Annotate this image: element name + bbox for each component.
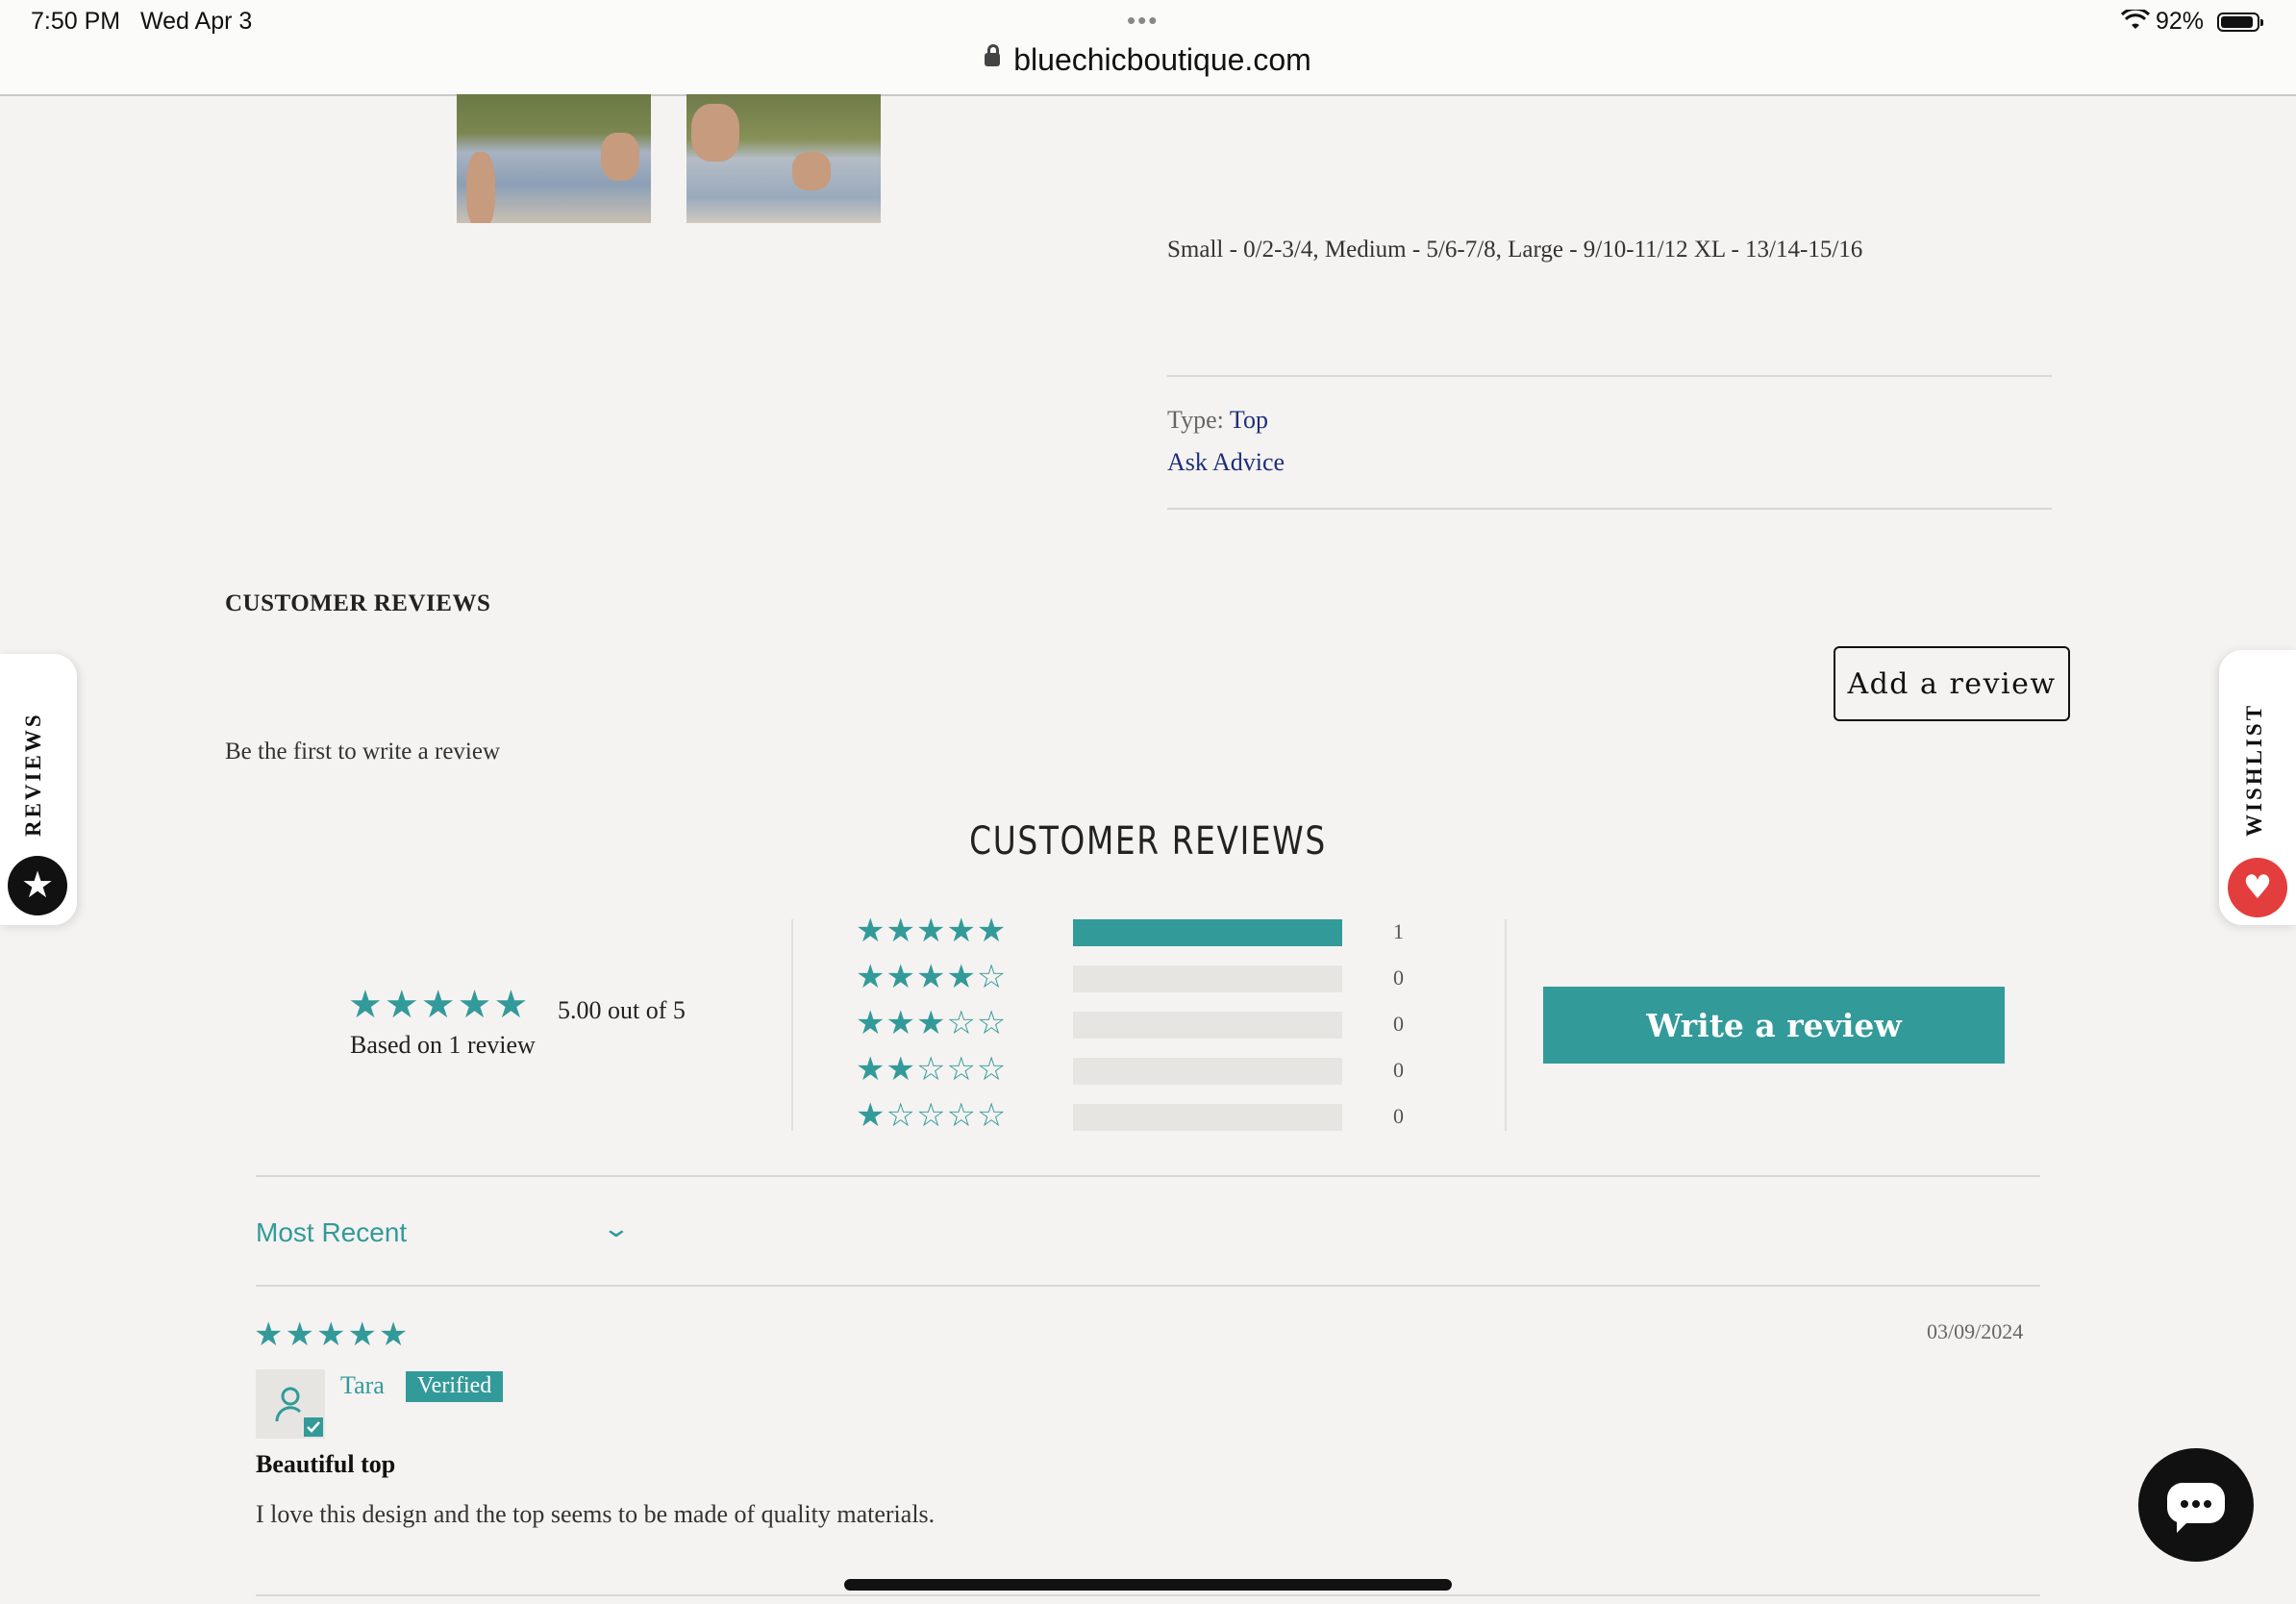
review-date: 03/09/2024 — [1927, 1319, 2024, 1343]
histogram-bar-3[interactable] — [1073, 1012, 1342, 1039]
histogram-count-5: 1 — [1393, 919, 1404, 943]
divider — [256, 1594, 2040, 1596]
histogram-bar-4[interactable] — [1073, 965, 1342, 992]
divider — [791, 919, 793, 1131]
avatar — [256, 1369, 325, 1439]
review-body: I love this design and the top seems to … — [256, 1500, 936, 1528]
chevron-down-icon[interactable]: ⌄ — [602, 1214, 632, 1243]
histogram-stars-3[interactable]: ★★★☆☆ — [856, 1004, 1007, 1042]
review-title: Beautiful top — [256, 1450, 396, 1478]
wifi-icon — [2121, 10, 2150, 29]
more-options-icon[interactable]: ••• — [1127, 6, 1159, 36]
product-thumbnail-1[interactable] — [457, 94, 651, 223]
product-type-label: Type: — [1167, 406, 1230, 434]
review-count-text: Based on 1 review — [350, 1031, 536, 1059]
histogram-count-4: 0 — [1393, 965, 1404, 990]
histogram-bar-fill — [1073, 919, 1342, 946]
divider — [1167, 375, 2052, 377]
divider — [1167, 508, 2052, 510]
chat-button[interactable] — [2138, 1448, 2254, 1562]
reviewer-name: Tara — [340, 1371, 385, 1399]
home-indicator[interactable] — [844, 1579, 1452, 1591]
histogram-count-1: 0 — [1393, 1104, 1404, 1128]
size-chart-text: Small - 0/2-3/4, Medium - 5/6-7/8, Large… — [1167, 237, 1863, 263]
clock: 7:50 PM — [31, 8, 121, 35]
histogram-bar-5[interactable] — [1073, 919, 1342, 946]
star-icon: ★ — [8, 856, 67, 915]
divider — [1505, 919, 1507, 1131]
customer-reviews-heading: CUSTOMER REVIEWS — [225, 590, 491, 616]
histogram-bar-2[interactable] — [1073, 1058, 1342, 1085]
review-widget-title: CUSTOMER REVIEWS — [969, 819, 1327, 864]
average-rating-text: 5.00 out of 5 — [558, 996, 686, 1024]
product-type-link[interactable]: Top — [1230, 406, 1268, 434]
url-text: bluechicboutique.com — [1013, 42, 1311, 77]
ask-advice-link[interactable]: Ask Advice — [1167, 448, 1285, 477]
date: Wed Apr 3 — [140, 8, 253, 35]
add-review-button[interactable]: Add a review — [1834, 646, 2070, 721]
wishlist-side-tab[interactable]: WISHLIST ♥ — [2219, 650, 2296, 925]
product-type: Type: Top — [1167, 406, 1268, 435]
histogram-stars-2[interactable]: ★★☆☆☆ — [856, 1050, 1007, 1089]
histogram-count-2: 0 — [1393, 1058, 1404, 1082]
product-thumbnail-2[interactable] — [686, 94, 881, 223]
wishlist-tab-label: WISHLIST — [2242, 702, 2266, 837]
histogram-stars-1[interactable]: ★☆☆☆☆ — [856, 1096, 1007, 1135]
write-review-button[interactable]: Write a review — [1543, 987, 2005, 1064]
browser-status-bar: 7:50 PM Wed Apr 3 ••• bluechicboutique.c… — [0, 0, 2296, 96]
chat-icon — [2167, 1483, 2225, 1533]
reviews-side-tab[interactable]: REVIEWS ★ — [0, 654, 77, 925]
histogram-stars-5[interactable]: ★★★★★ — [856, 912, 1007, 950]
battery-percentage: 92% — [2156, 8, 2205, 35]
average-rating-stars: ★★★★★ — [348, 983, 531, 1027]
review-rating-stars: ★★★★★ — [254, 1316, 411, 1354]
sort-dropdown[interactable]: Most Recent — [256, 1217, 407, 1248]
histogram-count-3: 0 — [1393, 1012, 1404, 1036]
histogram-bar-1[interactable] — [1073, 1104, 1342, 1131]
battery-icon — [2217, 13, 2263, 32]
verified-badge: Verified — [406, 1371, 504, 1402]
histogram-stars-4[interactable]: ★★★★☆ — [856, 958, 1007, 996]
lock-icon — [985, 44, 1001, 66]
address-bar[interactable]: bluechicboutique.com — [0, 42, 2296, 78]
empty-reviews-text: Be the first to write a review — [225, 739, 501, 764]
reviews-tab-label: REVIEWS — [21, 712, 45, 837]
divider — [256, 1285, 2040, 1287]
divider — [256, 1175, 2040, 1177]
user-icon — [275, 1387, 323, 1437]
heart-icon: ♥ — [2228, 858, 2287, 917]
